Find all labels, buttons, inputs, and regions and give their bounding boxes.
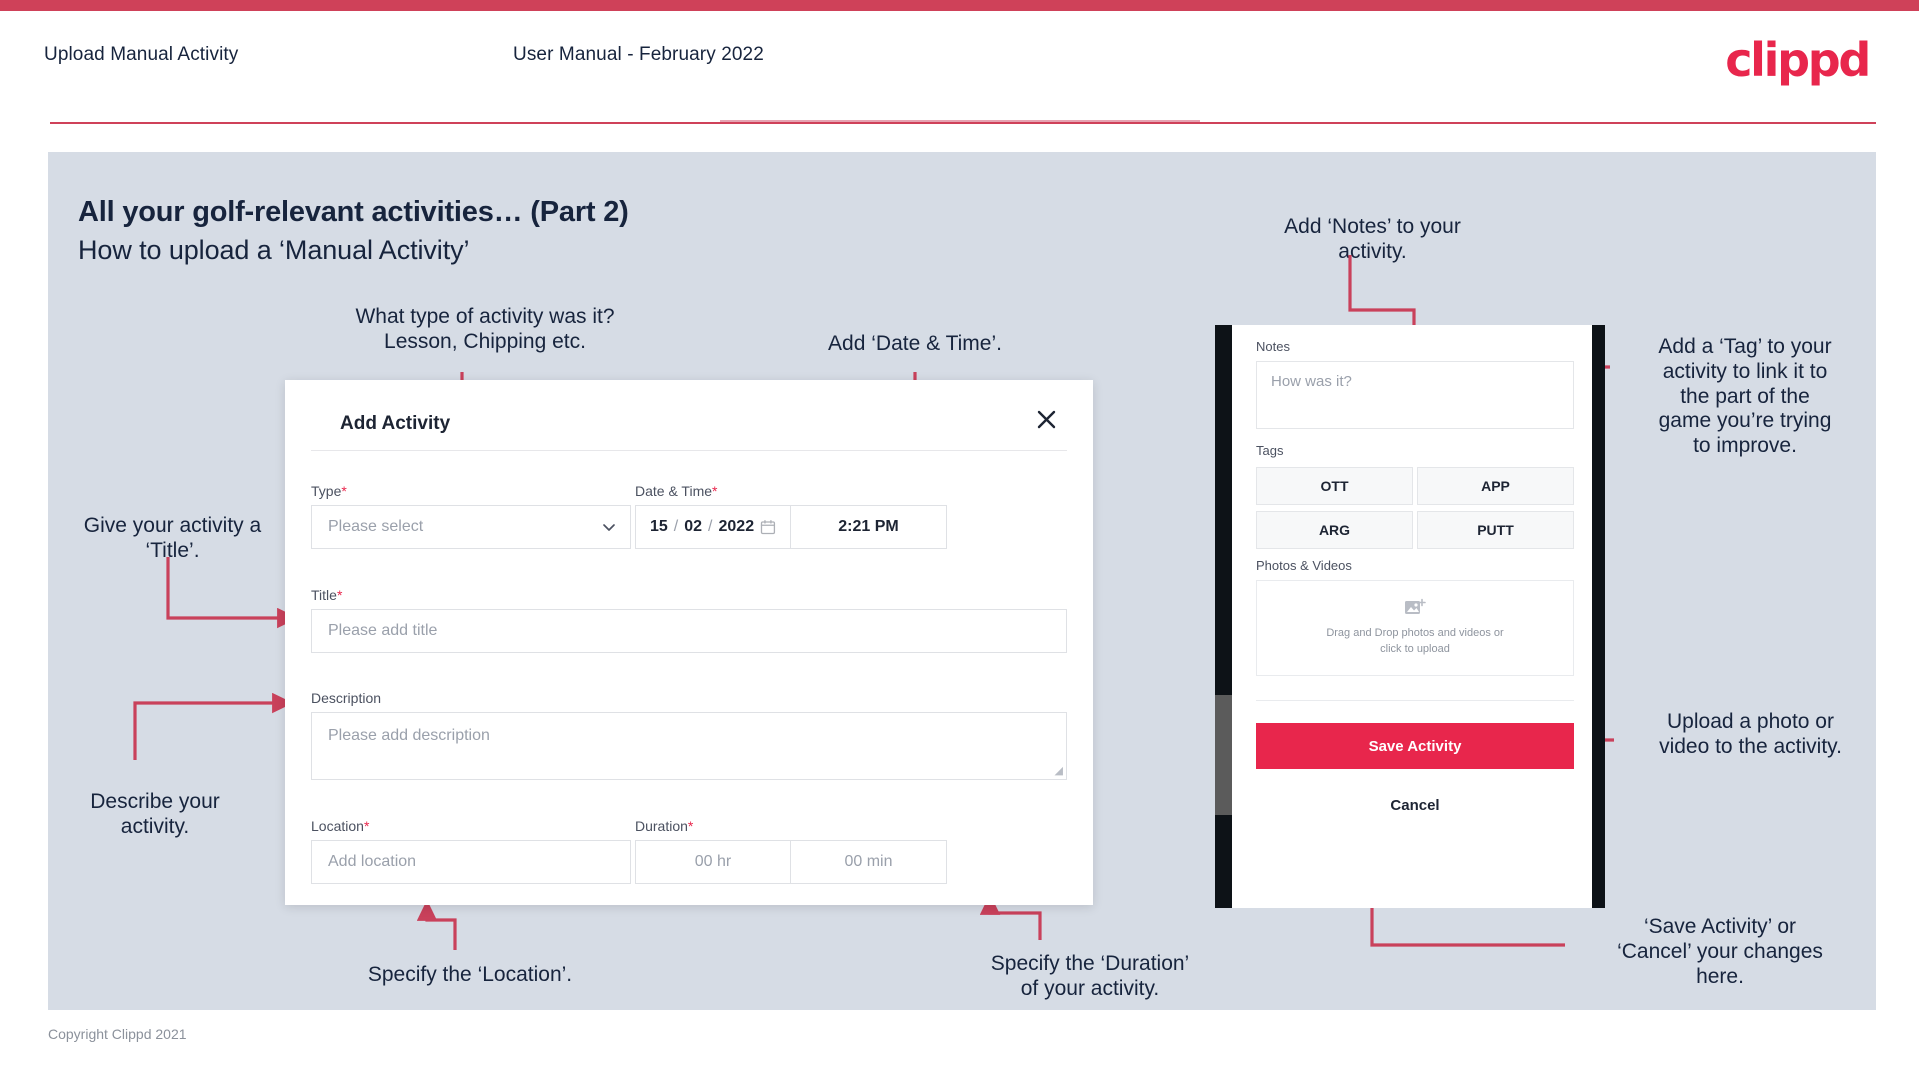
date-sep-2: / (708, 518, 713, 535)
description-textarea[interactable]: Please add description ◢ (311, 712, 1067, 780)
required-asterisk: * (336, 587, 343, 603)
location-label: Location* (311, 818, 369, 834)
description-placeholder: Please add description (328, 727, 490, 744)
title-label: Title* (311, 587, 342, 603)
title-placeholder: Please add title (328, 622, 438, 639)
tag-button-arg[interactable]: ARG (1256, 511, 1413, 549)
slide-subtitle: How to upload a ‘Manual Activity’ (78, 235, 470, 265)
location-label-text: Location (311, 818, 364, 834)
annotation-type: What type of activity was it? Lesson, Ch… (355, 305, 615, 353)
slide-page: Upload Manual Activity User Manual - Feb… (0, 0, 1919, 1079)
tag-button-ott[interactable]: OTT (1256, 467, 1413, 505)
phone-divider (1256, 700, 1574, 701)
type-label-text: Type (311, 483, 342, 499)
upload-instructions: Drag and Drop photos and videos or click… (1326, 627, 1504, 655)
annotation-datetime: Add ‘Date & Time’. (828, 332, 1002, 355)
save-activity-button[interactable]: Save Activity (1256, 723, 1574, 769)
required-asterisk: * (687, 818, 694, 834)
datetime-label-text: Date & Time (635, 483, 713, 499)
required-asterisk: * (341, 483, 347, 499)
resize-grip-icon[interactable]: ◢ (1055, 764, 1063, 777)
top-brand-bar (0, 0, 1919, 11)
notes-textarea[interactable]: How was it? (1256, 361, 1574, 429)
location-input[interactable]: Add location (311, 840, 631, 884)
clippd-logo: clippd (1725, 33, 1871, 87)
close-icon[interactable] (1029, 402, 1063, 436)
photo-upload-dropzone[interactable]: Drag and Drop photos and videos or click… (1256, 580, 1574, 676)
tag-button-putt[interactable]: PUTT (1417, 511, 1574, 549)
calendar-icon[interactable] (760, 519, 776, 535)
phone-screen: Notes How was it? Tags OTT APP ARG PUTT … (1232, 325, 1592, 908)
type-placeholder: Please select (328, 518, 424, 535)
header-divider (50, 122, 1876, 124)
type-select[interactable]: Please select (311, 505, 631, 549)
duration-label: Duration* (635, 818, 693, 834)
title-label-text: Title (311, 587, 337, 603)
date-sep-1: / (673, 518, 679, 535)
header-center-title: User Manual - February 2022 (513, 44, 764, 65)
annotation-save-cancel: ‘Save Activity’ or ‘Cancel’ your changes… (1617, 915, 1823, 988)
tag-button-app[interactable]: APP (1417, 467, 1574, 505)
copyright-text: Copyright Clippd 2021 (48, 1026, 187, 1042)
modal-title: Add Activity (340, 413, 451, 434)
time-input[interactable]: 2:21 PM (791, 506, 946, 548)
duration-minutes-input[interactable]: 00 min (791, 841, 946, 883)
duration-label-text: Duration (635, 818, 688, 834)
annotation-tag: Add a ‘Tag’ to your activity to link it … (1658, 335, 1832, 458)
type-label: Type* (311, 483, 347, 499)
photos-videos-label: Photos & Videos (1256, 558, 1352, 573)
description-label: Description (311, 690, 382, 706)
phone-frame-left (1215, 325, 1232, 908)
notes-label: Notes (1256, 339, 1290, 354)
annotation-location: Specify the ‘Location’. (367, 963, 573, 986)
required-asterisk: * (712, 483, 718, 499)
tags-label: Tags (1256, 443, 1284, 458)
location-placeholder: Add location (328, 853, 417, 870)
notes-placeholder: How was it? (1271, 373, 1352, 390)
cancel-button[interactable]: Cancel (1256, 785, 1574, 825)
date-month: 02 (684, 518, 703, 535)
required-asterisk: * (363, 818, 370, 834)
phone-mockup: Notes How was it? Tags OTT APP ARG PUTT … (1215, 325, 1605, 908)
phone-frame-right (1592, 325, 1605, 908)
add-image-icon (1405, 598, 1426, 615)
header-divider-faint (720, 120, 1200, 122)
annotation-duration: Specify the ‘Duration’ of your activity. (990, 952, 1190, 1000)
slide-title: All your golf-relevant activities… (Part… (78, 196, 629, 228)
annotation-title: Give your activity a ‘Title’. (83, 514, 262, 562)
modal-divider (311, 450, 1067, 451)
duration-field[interactable]: 00 hr 00 min (635, 840, 947, 884)
title-input[interactable]: Please add title (311, 609, 1067, 653)
header-left-title: Upload Manual Activity (44, 44, 239, 65)
date-day: 15 (650, 518, 668, 535)
phone-side-button (1215, 695, 1232, 815)
chevron-down-icon (603, 524, 615, 531)
annotation-describe: Describe your activity. (90, 790, 220, 838)
annotation-notes: Add ‘Notes’ to your activity. (1284, 215, 1461, 263)
datetime-field[interactable]: 15 / 02 / 2022 2:21 PM (635, 505, 947, 549)
close-glyph (1037, 410, 1055, 428)
datetime-label: Date & Time* (635, 483, 717, 499)
date-input[interactable]: 15 / 02 / 2022 (636, 506, 791, 548)
add-activity-modal: Add Activity Type* Please select Date & … (285, 380, 1093, 905)
duration-hours-input[interactable]: 00 hr (636, 841, 791, 883)
annotation-upload: Upload a photo or video to the activity. (1659, 710, 1842, 758)
date-year: 2022 (718, 518, 755, 535)
